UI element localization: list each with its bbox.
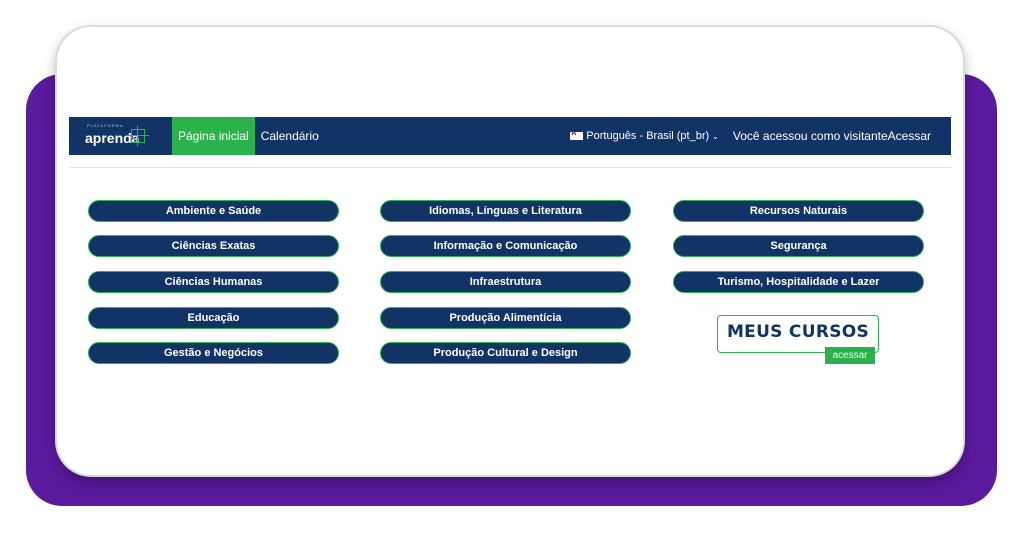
chevron-down-icon: ⌄ xyxy=(712,131,719,141)
logo-small-text: PLATAFORMA xyxy=(87,123,124,128)
top-navbar: PLATAFORMA aprenda Página inicial Calend… xyxy=(69,117,951,155)
language-label: Português - Brasil (pt_br) xyxy=(586,130,710,142)
area-button-ambiente-saude[interactable]: Ambiente e Saúde xyxy=(88,200,339,222)
area-button-idiomas[interactable]: Idiomas, Línguas e Literatura xyxy=(380,200,631,222)
area-button-ciencias-exatas[interactable]: Ciências Exatas xyxy=(88,235,339,257)
logo-grid-icon xyxy=(127,126,149,146)
area-button-infraestrutura[interactable]: Infraestrutura xyxy=(380,271,631,293)
area-button-gestao-negocios[interactable]: Gestão e Negócios xyxy=(88,342,339,364)
nav-pagina-inicial[interactable]: Página inicial xyxy=(172,117,255,155)
language-icon xyxy=(570,130,584,140)
nav-calendario[interactable]: Calendário xyxy=(255,117,325,155)
login-link[interactable]: Acessar xyxy=(888,129,931,143)
login-status: Você acessou como visitanteAcessar xyxy=(733,129,931,143)
language-selector[interactable]: Português - Brasil (pt_br) ⌄ xyxy=(570,130,719,142)
login-status-text: Você acessou como visitante xyxy=(732,129,888,143)
area-button-producao-cultural-design[interactable]: Produção Cultural e Design xyxy=(380,342,631,364)
page-card: PLATAFORMA aprenda Página inicial Calend… xyxy=(57,27,963,475)
aprenda-logo[interactable]: PLATAFORMA aprenda xyxy=(69,117,149,155)
meus-cursos-title: MEUS CURSOS xyxy=(726,322,870,342)
area-button-recursos-naturais[interactable]: Recursos Naturais xyxy=(673,200,924,222)
area-button-ciencias-humanas[interactable]: Ciências Humanas xyxy=(88,271,339,293)
area-button-turismo-hospitalidade-lazer[interactable]: Turismo, Hospitalidade e Lazer xyxy=(673,271,924,293)
divider xyxy=(69,167,951,168)
nav-right-area: Português - Brasil (pt_br) ⌄ Você acesso… xyxy=(570,129,951,143)
area-button-producao-alimenticia[interactable]: Produção Alimentícia xyxy=(380,307,631,329)
area-button-educacao[interactable]: Educação xyxy=(88,307,339,329)
area-button-seguranca[interactable]: Segurança xyxy=(673,235,924,257)
meus-cursos-acessar[interactable]: acessar xyxy=(825,347,875,364)
area-button-informacao-comunicacao[interactable]: Informação e Comunicação xyxy=(380,235,631,257)
